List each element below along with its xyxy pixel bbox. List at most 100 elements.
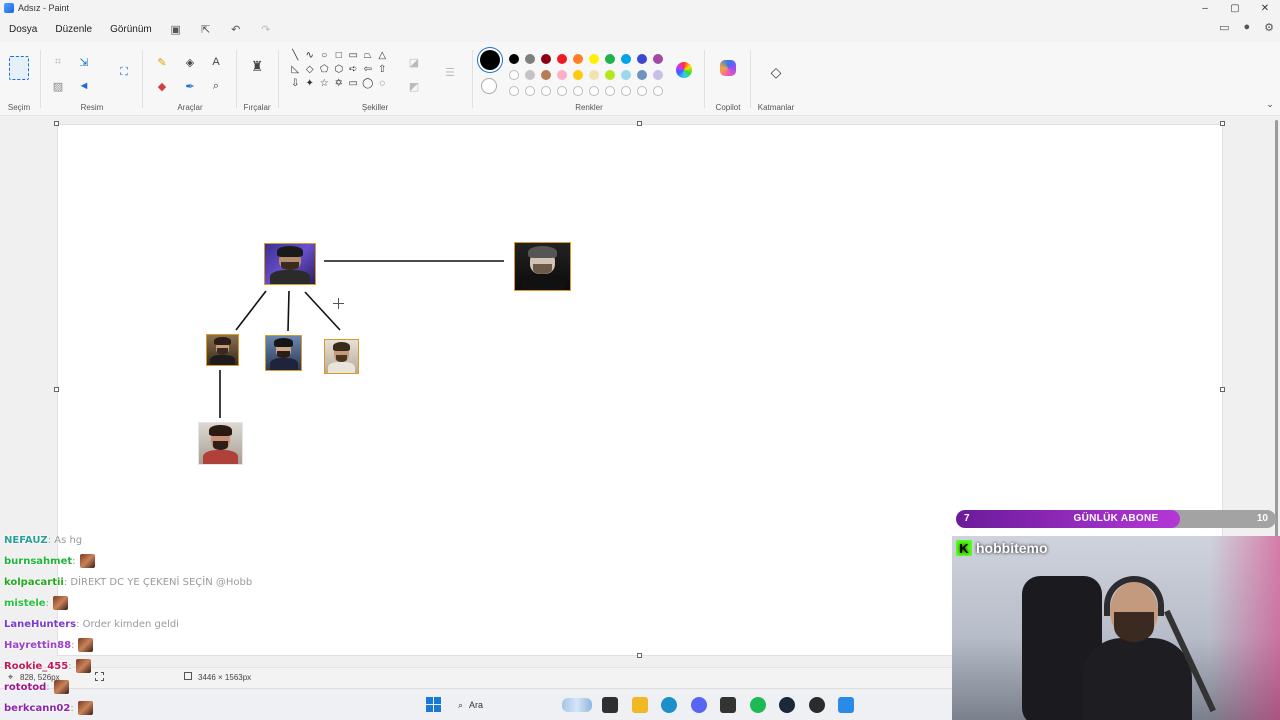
- outline-icon[interactable]: ◪: [406, 54, 422, 70]
- save-icon[interactable]: ▣: [169, 22, 183, 36]
- custom-color-slot[interactable]: [541, 86, 551, 96]
- eraser-icon[interactable]: ◆: [154, 78, 170, 94]
- color-swatch[interactable]: [557, 70, 567, 80]
- paint-icon[interactable]: [838, 697, 854, 713]
- resize-handle[interactable]: [637, 653, 642, 658]
- custom-color-slot[interactable]: [605, 86, 615, 96]
- discord-icon[interactable]: [690, 697, 707, 713]
- shape-option-icon[interactable]: ∿: [303, 48, 318, 62]
- shape-option-icon[interactable]: ⬡: [332, 62, 347, 76]
- terminal-icon[interactable]: [720, 697, 736, 713]
- color-swatch[interactable]: [589, 70, 599, 80]
- text-icon[interactable]: A: [208, 54, 224, 70]
- color-swatch[interactable]: [509, 54, 519, 64]
- color-swatch[interactable]: [541, 54, 551, 64]
- shape-option-icon[interactable]: ⇩: [288, 76, 303, 90]
- shape-option-icon[interactable]: ⬠: [317, 62, 332, 76]
- color-swatch[interactable]: [605, 70, 615, 80]
- resize-handle[interactable]: [1220, 121, 1225, 126]
- primary-color-swatch[interactable]: [480, 50, 500, 70]
- color-picker-icon[interactable]: ✒: [182, 78, 198, 94]
- shape-option-icon[interactable]: □: [332, 48, 347, 62]
- custom-color-slot[interactable]: [557, 86, 567, 96]
- color-swatch[interactable]: [509, 70, 519, 80]
- shape-option-icon[interactable]: ⇧: [375, 62, 390, 76]
- custom-color-slot[interactable]: [637, 86, 647, 96]
- menu-file[interactable]: Dosya: [0, 24, 46, 35]
- color-swatch[interactable]: [653, 54, 663, 64]
- feedback-icon[interactable]: ▭: [1219, 21, 1229, 34]
- custom-color-slot[interactable]: [589, 86, 599, 96]
- shape-option-icon[interactable]: ○: [317, 48, 332, 62]
- shape-fill-icon[interactable]: ◩: [406, 78, 422, 94]
- custom-color-slot[interactable]: [525, 86, 535, 96]
- shape-option-icon[interactable]: ◯: [361, 76, 376, 90]
- line-width-icon[interactable]: ☰: [442, 64, 458, 80]
- shape-option-icon[interactable]: ◺: [288, 62, 303, 76]
- crop-icon[interactable]: ⌗: [50, 54, 66, 70]
- settings-icon[interactable]: ⚙: [1264, 21, 1274, 34]
- resize-icon[interactable]: ⇲: [76, 54, 92, 70]
- steam-icon[interactable]: [779, 697, 795, 713]
- shape-option-icon[interactable]: ◌: [375, 76, 390, 90]
- file-explorer-icon[interactable]: [602, 697, 618, 713]
- spotify-icon[interactable]: [749, 697, 766, 713]
- brush-icon[interactable]: ♜: [249, 58, 265, 74]
- select-tool-icon[interactable]: [9, 56, 29, 80]
- edge-icon[interactable]: [661, 697, 677, 713]
- menu-view[interactable]: Görünüm: [101, 24, 161, 35]
- taskbar-search[interactable]: ⌕ Ara: [452, 695, 572, 715]
- remove-background-icon[interactable]: ▨: [50, 78, 66, 94]
- shape-option-icon[interactable]: ➪: [346, 62, 361, 76]
- shape-option-icon[interactable]: ⏢: [361, 48, 376, 62]
- minimize-button[interactable]: –: [1190, 0, 1220, 16]
- color-swatch[interactable]: [621, 70, 631, 80]
- shape-option-icon[interactable]: ◇: [303, 62, 318, 76]
- resize-handle[interactable]: [54, 387, 59, 392]
- custom-color-slot[interactable]: [573, 86, 583, 96]
- start-button-icon[interactable]: [426, 697, 441, 712]
- pencil-icon[interactable]: ✎: [154, 54, 170, 70]
- color-swatch[interactable]: [637, 54, 647, 64]
- shape-option-icon[interactable]: ✡: [332, 76, 347, 90]
- edit-colors-icon[interactable]: [676, 62, 692, 78]
- color-swatch[interactable]: [573, 54, 583, 64]
- color-swatch[interactable]: [589, 54, 599, 64]
- color-swatch[interactable]: [525, 54, 535, 64]
- copilot-icon[interactable]: [720, 60, 736, 76]
- maximize-button[interactable]: ▢: [1220, 0, 1250, 16]
- fill-icon[interactable]: ◈: [182, 54, 198, 70]
- color-swatch[interactable]: [557, 54, 567, 64]
- vertical-scrollbar[interactable]: [1275, 120, 1278, 540]
- resize-handle[interactable]: [1220, 387, 1225, 392]
- shape-option-icon[interactable]: ✦: [303, 76, 318, 90]
- shape-option-icon[interactable]: ╲: [288, 48, 303, 62]
- redo-icon[interactable]: ↷: [259, 22, 273, 36]
- resize-handle[interactable]: [637, 121, 642, 126]
- custom-color-slot[interactable]: [509, 86, 519, 96]
- search-highlight-image[interactable]: [562, 698, 592, 712]
- undo-icon[interactable]: ↶: [229, 22, 243, 36]
- share-icon[interactable]: ⇱: [199, 22, 213, 36]
- layers-icon[interactable]: ◇: [768, 64, 784, 80]
- color-swatch[interactable]: [525, 70, 535, 80]
- shape-option-icon[interactable]: ⇦: [361, 62, 376, 76]
- shape-option-icon[interactable]: ☆: [317, 76, 332, 90]
- ribbon-collapse-icon[interactable]: ⌄: [1262, 96, 1278, 112]
- color-swatch[interactable]: [653, 70, 663, 80]
- rotate-icon[interactable]: ◄: [76, 78, 92, 94]
- menu-edit[interactable]: Düzenle: [46, 24, 101, 35]
- account-icon[interactable]: ●: [1243, 21, 1250, 34]
- close-button[interactable]: ✕: [1250, 0, 1280, 16]
- magnifier-icon[interactable]: ⌕: [208, 78, 224, 94]
- folder-icon[interactable]: [631, 697, 648, 713]
- color-swatch[interactable]: [541, 70, 551, 80]
- obs-icon[interactable]: [808, 697, 825, 713]
- color-swatch[interactable]: [605, 54, 615, 64]
- custom-color-slot[interactable]: [653, 86, 663, 96]
- color-swatch[interactable]: [573, 70, 583, 80]
- image-select-icon[interactable]: ⛶: [116, 64, 132, 80]
- shapes-gallery[interactable]: ╲ ∿ ○ □ ▭ ⏢ △ ◺ ◇ ⬠ ⬡ ➪ ⇦ ⇧ ⇩ ✦ ☆ ✡ ▭ ◯ ◌: [288, 48, 394, 90]
- color-swatch[interactable]: [621, 54, 631, 64]
- shape-option-icon[interactable]: ▭: [346, 48, 361, 62]
